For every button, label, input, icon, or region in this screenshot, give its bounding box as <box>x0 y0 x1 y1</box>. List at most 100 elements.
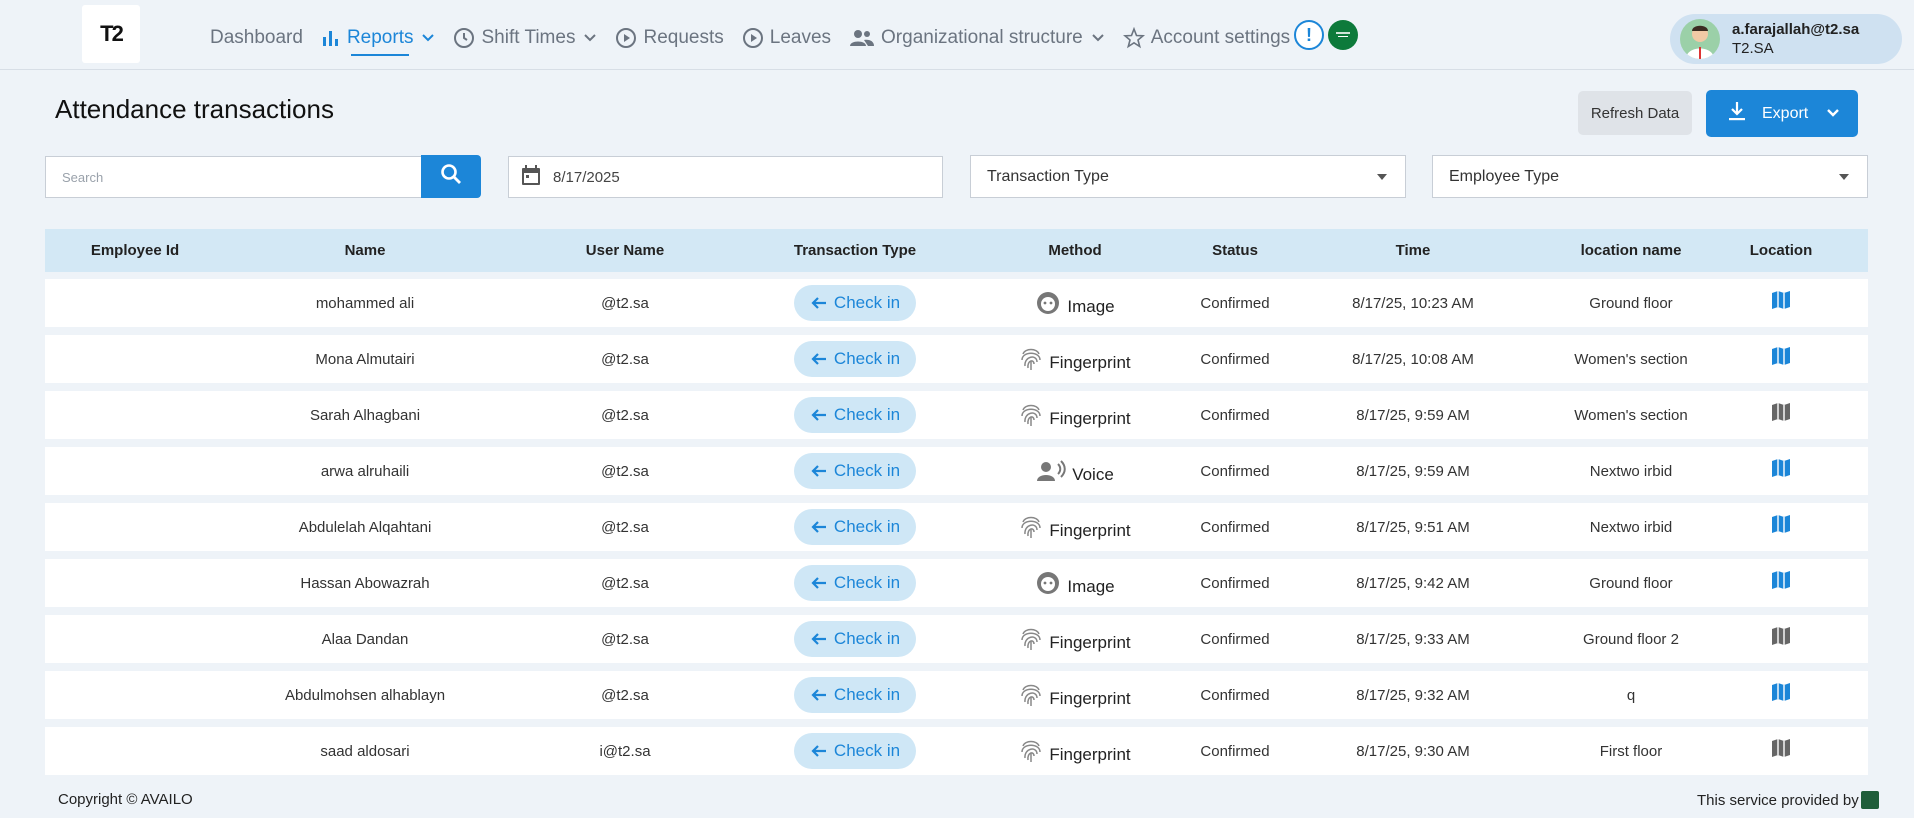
col-employee-id[interactable]: Employee Id <box>45 229 225 272</box>
star-icon <box>1122 27 1145 49</box>
nav-account-settings-label: Account settings <box>1150 27 1291 48</box>
table-row[interactable]: mohammed ali @t2.sa Check in Image Confirmed… <box>45 279 1868 327</box>
col-transaction-type[interactable]: Transaction Type <box>765 229 945 272</box>
status-cell: Confirmed <box>1200 350 1270 368</box>
provider-logo[interactable] <box>1860 791 1879 809</box>
user-domain: T2.SA <box>1732 40 1774 57</box>
method-label: Fingerprint <box>1049 633 1131 652</box>
nav-leaves[interactable]: Leaves <box>742 20 831 56</box>
nav-organizational-structure[interactable]: Organizational structure <box>849 20 1105 56</box>
map-icon[interactable] <box>1770 513 1792 539</box>
fingerprint-icon <box>1019 402 1043 428</box>
status-cell: Confirmed <box>1200 294 1270 312</box>
check-in-badge[interactable]: Check in <box>794 733 916 769</box>
time-cell: 8/17/25, 9:32 AM <box>1356 686 1470 704</box>
username-cell: @t2.sa <box>601 294 649 312</box>
check-in-label: Check in <box>833 517 901 536</box>
transaction-type-select[interactable]: Transaction Type <box>970 155 1406 198</box>
table-row[interactable]: Mona Almutairi @t2.sa Check in Fingerprint C… <box>45 335 1868 383</box>
employee-id-cell <box>45 503 225 551</box>
alert-icon[interactable]: ! <box>1294 20 1324 50</box>
location-cell <box>1711 671 1851 719</box>
saudi-flag-icon[interactable] <box>1328 20 1358 50</box>
nav-account-settings[interactable]: Account settings <box>1122 20 1312 56</box>
refresh-data-button[interactable]: Refresh Data <box>1578 91 1692 135</box>
map-icon[interactable] <box>1770 681 1792 707</box>
map-icon[interactable] <box>1770 569 1792 595</box>
status-cell: Confirmed <box>1200 742 1270 760</box>
export-button[interactable]: Export <box>1706 90 1858 137</box>
status-cell: Confirmed <box>1200 686 1270 704</box>
col-user-name[interactable]: User Name <box>535 229 715 272</box>
col-location[interactable]: Location <box>1711 229 1851 272</box>
username-cell: @t2.sa <box>601 350 649 368</box>
table-row[interactable]: Alaa Dandan @t2.sa Check in Fingerprint Conf… <box>45 615 1868 663</box>
nav-dashboard-label: Dashboard <box>210 27 303 48</box>
search-button[interactable] <box>421 155 481 198</box>
col-time[interactable]: Time <box>1323 229 1503 272</box>
transaction-type-cell: Check in <box>765 559 945 607</box>
check-in-badge[interactable]: Check in <box>794 509 916 545</box>
check-in-badge[interactable]: Check in <box>794 453 916 489</box>
time-cell: 8/17/25, 9:59 AM <box>1356 462 1470 480</box>
time-cell: 8/17/25, 10:08 AM <box>1352 350 1474 368</box>
table-row[interactable]: Abdulelah Alqahtani @t2.sa Check in Fingerp… <box>45 503 1868 551</box>
check-in-badge[interactable]: Check in <box>794 341 916 377</box>
employee-id-cell <box>45 615 225 663</box>
map-icon[interactable] <box>1770 457 1792 483</box>
table-row[interactable]: Sarah Alhagbani @t2.sa Check in Fingerprint… <box>45 391 1868 439</box>
map-icon[interactable] <box>1770 345 1792 371</box>
nav-shift-times[interactable]: Shift Times <box>453 20 597 56</box>
face-icon <box>1035 290 1061 316</box>
check-in-label: Check in <box>833 685 901 704</box>
employee-type-select[interactable]: Employee Type <box>1432 155 1868 198</box>
method-label: Image <box>1067 577 1115 596</box>
time-cell: 8/17/25, 10:23 AM <box>1352 294 1474 312</box>
col-location-name[interactable]: location name <box>1541 229 1721 272</box>
check-in-badge[interactable]: Check in <box>794 677 916 713</box>
location-cell <box>1711 447 1851 495</box>
check-in-badge[interactable]: Check in <box>794 397 916 433</box>
table-row[interactable]: Abdulmohsen alhablayn @t2.sa Check in Finge… <box>45 671 1868 719</box>
date-field[interactable]: 8/17/2025 <box>508 156 943 198</box>
time-cell: 8/17/25, 9:42 AM <box>1356 574 1470 592</box>
location-cell <box>1711 559 1851 607</box>
time-cell: 8/17/25, 9:51 AM <box>1356 518 1470 536</box>
table-row[interactable]: saad aldosari i@t2.sa Check in Fingerprint C… <box>45 727 1868 775</box>
user-info: a.farajallah@t2.sa T2.SA <box>1732 21 1859 57</box>
map-icon[interactable] <box>1770 401 1792 427</box>
nav-requests[interactable]: Requests <box>615 20 724 56</box>
user-menu[interactable]: a.farajallah@t2.sa T2.SA <box>1670 14 1902 64</box>
name-cell: saad aldosari <box>320 742 410 760</box>
table-row[interactable]: arwa alruhaili @t2.sa Check in Voice Confirm… <box>45 447 1868 495</box>
method-label: Voice <box>1072 465 1114 484</box>
method-cell: Fingerprint <box>985 671 1165 719</box>
employee-id-cell <box>45 671 225 719</box>
map-icon[interactable] <box>1770 625 1792 651</box>
nav-reports[interactable]: Reports <box>321 20 436 56</box>
employee-id-cell <box>45 335 225 383</box>
nav-dashboard[interactable]: Dashboard <box>210 20 303 56</box>
table-row[interactable]: Hassan Abowazrah @t2.sa Check in Image Confi… <box>45 559 1868 607</box>
employee-id-cell <box>45 447 225 495</box>
check-in-label: Check in <box>833 741 901 760</box>
check-in-badge[interactable]: Check in <box>794 621 916 657</box>
method-cell: Fingerprint <box>985 615 1165 663</box>
search-input[interactable] <box>45 156 422 198</box>
map-icon[interactable] <box>1770 737 1792 763</box>
location-name-cell: q <box>1626 686 1636 704</box>
name-cell: Abdulmohsen alhablayn <box>284 686 446 704</box>
voice-icon <box>1036 460 1066 482</box>
map-icon[interactable] <box>1770 289 1792 315</box>
company-logo[interactable]: T2 <box>82 5 140 63</box>
chevron-down-icon <box>1826 105 1840 123</box>
employee-id-cell <box>45 279 225 327</box>
col-status[interactable]: Status <box>1145 229 1325 272</box>
check-in-badge[interactable]: Check in <box>794 285 916 321</box>
col-method[interactable]: Method <box>985 229 1165 272</box>
location-name-cell: Women's section <box>1574 350 1688 368</box>
col-name[interactable]: Name <box>275 229 455 272</box>
status-cell: Confirmed <box>1200 574 1270 592</box>
nav-requests-label: Requests <box>643 27 724 48</box>
check-in-badge[interactable]: Check in <box>794 565 916 601</box>
